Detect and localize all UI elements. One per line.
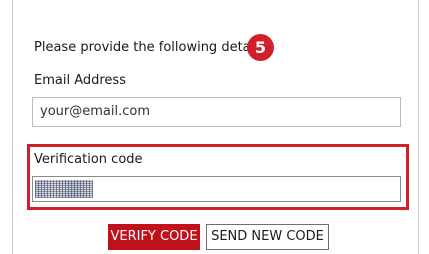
email-field[interactable]: your@email.com — [32, 97, 401, 127]
intro-text: Please provide the following details. — [34, 40, 269, 55]
redacted-code-image — [35, 180, 93, 198]
send-new-code-button[interactable]: SEND NEW CODE — [206, 224, 329, 250]
verification-code-field[interactable] — [32, 176, 401, 202]
form-panel — [12, 0, 419, 254]
verification-code-label: Verification code — [34, 152, 143, 167]
step-number-badge: 5 — [247, 34, 274, 61]
verify-code-button[interactable]: VERIFY CODE — [108, 224, 200, 250]
email-label: Email Address — [34, 73, 126, 88]
